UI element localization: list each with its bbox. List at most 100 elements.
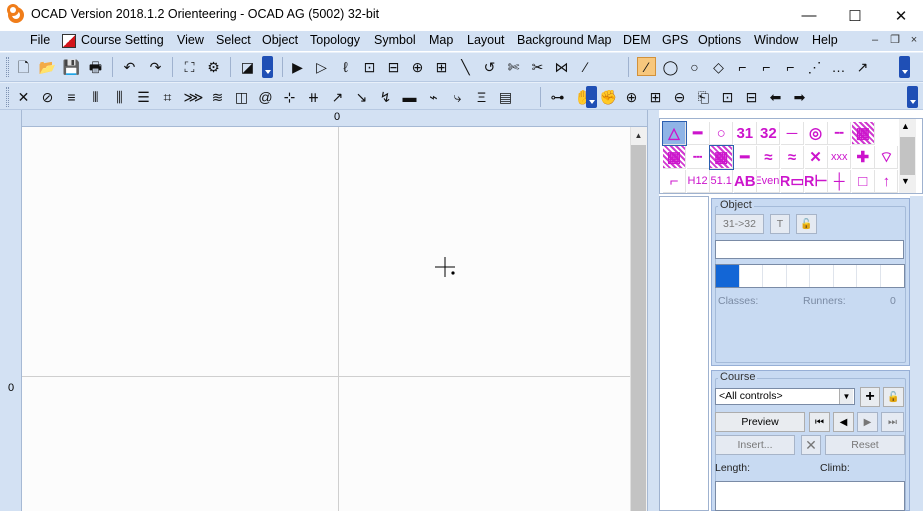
symbol-swatch[interactable]: ⌔	[875, 146, 899, 169]
mdi-minimize-button[interactable]: –	[868, 34, 882, 47]
color-cell-selected[interactable]	[716, 265, 740, 287]
grab-hand-icon[interactable]: ✊	[599, 87, 618, 106]
color-cell[interactable]	[857, 265, 881, 287]
arc-icon[interactable]: ↺	[480, 57, 499, 76]
minimize-button[interactable]: —	[786, 0, 832, 31]
color-cell[interactable]	[881, 265, 904, 287]
symbol-swatch[interactable]: H12	[686, 170, 710, 193]
split-icon[interactable]: ⊹	[280, 87, 299, 106]
symbol-swatch[interactable]: △	[662, 121, 687, 146]
symbol-swatch[interactable]: 32	[757, 122, 781, 145]
reshape-icon[interactable]: ⌁	[424, 87, 443, 106]
symbol-swatch[interactable]: 51.1	[710, 170, 734, 193]
arrow-down-icon[interactable]: ↘	[352, 87, 371, 106]
lasso-icon[interactable]: ℓ	[336, 57, 355, 76]
zoom-page-icon[interactable]: ⎗	[694, 87, 713, 106]
menu-topology[interactable]: Topology	[310, 33, 360, 47]
symbol-swatch[interactable]: ╌	[828, 122, 852, 145]
freehand-icon[interactable]: ⌐	[733, 57, 752, 76]
add-vertex-icon[interactable]: ⊡	[360, 57, 379, 76]
course-lock-icon[interactable]: 🔓	[883, 387, 904, 407]
fan-icon[interactable]: ✕	[14, 87, 33, 106]
color-cell[interactable]	[834, 265, 857, 287]
preview-icon[interactable]: ⚙	[204, 57, 223, 76]
symbol-scroll-up-icon[interactable]: ▲	[901, 121, 910, 131]
next-control-button[interactable]: ▶	[857, 412, 878, 432]
zoom-fit-icon[interactable]: ⊡	[718, 87, 737, 106]
symbol-swatch[interactable]: ✕	[804, 146, 828, 169]
menu-view[interactable]: View	[177, 33, 204, 47]
symbol-scroll-down-icon[interactable]: ▼	[901, 176, 910, 186]
symbol-scroll-thumb[interactable]	[900, 137, 915, 175]
symbol-swatch[interactable]: R⊢	[804, 170, 828, 193]
arrow-up-icon[interactable]: ↗	[328, 87, 347, 106]
zoom-rect-icon[interactable]: ⊞	[646, 87, 665, 106]
toolbar-grip[interactable]	[6, 57, 9, 77]
symbol-swatch[interactable]: R▭	[781, 170, 804, 193]
symbol-swatch[interactable]: ⌐	[663, 170, 686, 193]
dotted-mode-icon[interactable]: …	[829, 57, 848, 76]
symbol-swatch[interactable]: ✚	[851, 146, 875, 169]
object-color-cells[interactable]	[715, 264, 905, 288]
forward-arrow-icon[interactable]: ➡	[790, 87, 809, 106]
wave-icon[interactable]: ≋	[208, 87, 227, 106]
symbol-swatch[interactable]: ┄	[686, 146, 710, 169]
menu-symbol[interactable]: Symbol	[374, 33, 416, 47]
map-scroll-thumb[interactable]	[631, 145, 646, 511]
symbol-swatch[interactable]: ○	[710, 122, 734, 145]
last-control-button[interactable]: ⏭	[881, 412, 904, 432]
symbol-swatch[interactable]: ≈	[781, 146, 804, 169]
number-change-button[interactable]: 31->32	[715, 214, 764, 234]
dashed-mode-icon[interactable]: ⋰	[805, 57, 824, 76]
symbol-swatch[interactable]: ━	[686, 122, 710, 145]
symbol-swatch[interactable]: ─	[781, 122, 804, 145]
menu-file[interactable]: File	[30, 33, 50, 47]
object-lock-icon[interactable]: 🔓	[796, 214, 817, 234]
menu-object[interactable]: Object	[262, 33, 298, 47]
zoom-in-icon[interactable]: ⊕	[622, 87, 641, 106]
scissors-alt-icon[interactable]: ✂	[528, 57, 547, 76]
menu-gps[interactable]: GPS	[662, 33, 688, 47]
symbol-swatch[interactable]: ┼	[828, 170, 852, 193]
cut-icon[interactable]: ╲	[456, 57, 475, 76]
print-icon[interactable]: 🖶	[86, 57, 105, 76]
toolbar-dropdown-chevron-icon[interactable]	[586, 86, 597, 108]
zoom-all-icon[interactable]: ⊟	[742, 87, 761, 106]
symbol-swatch[interactable]: ▦	[851, 122, 875, 145]
back-arrow-icon[interactable]: ⬅	[766, 87, 785, 106]
step-icon[interactable]: ⤷	[448, 87, 467, 106]
maximize-button[interactable]: ☐	[832, 0, 878, 31]
symbol-swatch[interactable]: ▦	[709, 145, 735, 170]
menu-background-map[interactable]: Background Map	[517, 33, 612, 47]
stack-icon[interactable]: ☰	[134, 87, 153, 106]
menu-window[interactable]: Window	[754, 33, 798, 47]
move-vertex-icon[interactable]: ⊕	[408, 57, 427, 76]
controls-select[interactable]: <All controls>	[715, 388, 855, 405]
symbol-swatch[interactable]: Event	[757, 170, 781, 193]
open-folder-icon[interactable]: 📂	[38, 57, 57, 76]
new-file-icon[interactable]: 🗋	[14, 57, 33, 76]
symbol-swatch[interactable]: xxx	[828, 146, 852, 169]
binoculars-icon[interactable]: ⊶	[548, 87, 567, 106]
ellipse-mode-icon[interactable]: ◯	[661, 57, 680, 76]
align-left-icon[interactable]: ≡	[62, 87, 81, 106]
symbol-swatch[interactable]: ━	[733, 146, 757, 169]
color-cell[interactable]	[740, 265, 763, 287]
barcode-icon[interactable]: ⦀	[86, 87, 105, 106]
menu-map[interactable]: Map	[429, 33, 453, 47]
redo-icon[interactable]: ↷	[146, 57, 165, 76]
bars-icon[interactable]: ⫼	[110, 87, 129, 106]
eraser-icon[interactable]: ▬	[400, 87, 419, 106]
color-cell[interactable]	[810, 265, 834, 287]
symbol-swatch[interactable]: AB	[733, 170, 757, 193]
circle-mode-icon[interactable]: ○	[685, 57, 704, 76]
pointer-icon[interactable]: ▶	[288, 57, 307, 76]
panel-splitter[interactable]	[647, 110, 659, 511]
menu-select[interactable]: Select	[216, 33, 251, 47]
color-cell[interactable]	[787, 265, 810, 287]
fullscreen-icon[interactable]: ⛶	[180, 57, 199, 76]
undo-icon[interactable]: ↶	[120, 57, 139, 76]
course-description-field[interactable]	[715, 481, 905, 511]
straight-mode-icon[interactable]: ⌐	[757, 57, 776, 76]
insert-button[interactable]: Insert...	[715, 435, 795, 455]
